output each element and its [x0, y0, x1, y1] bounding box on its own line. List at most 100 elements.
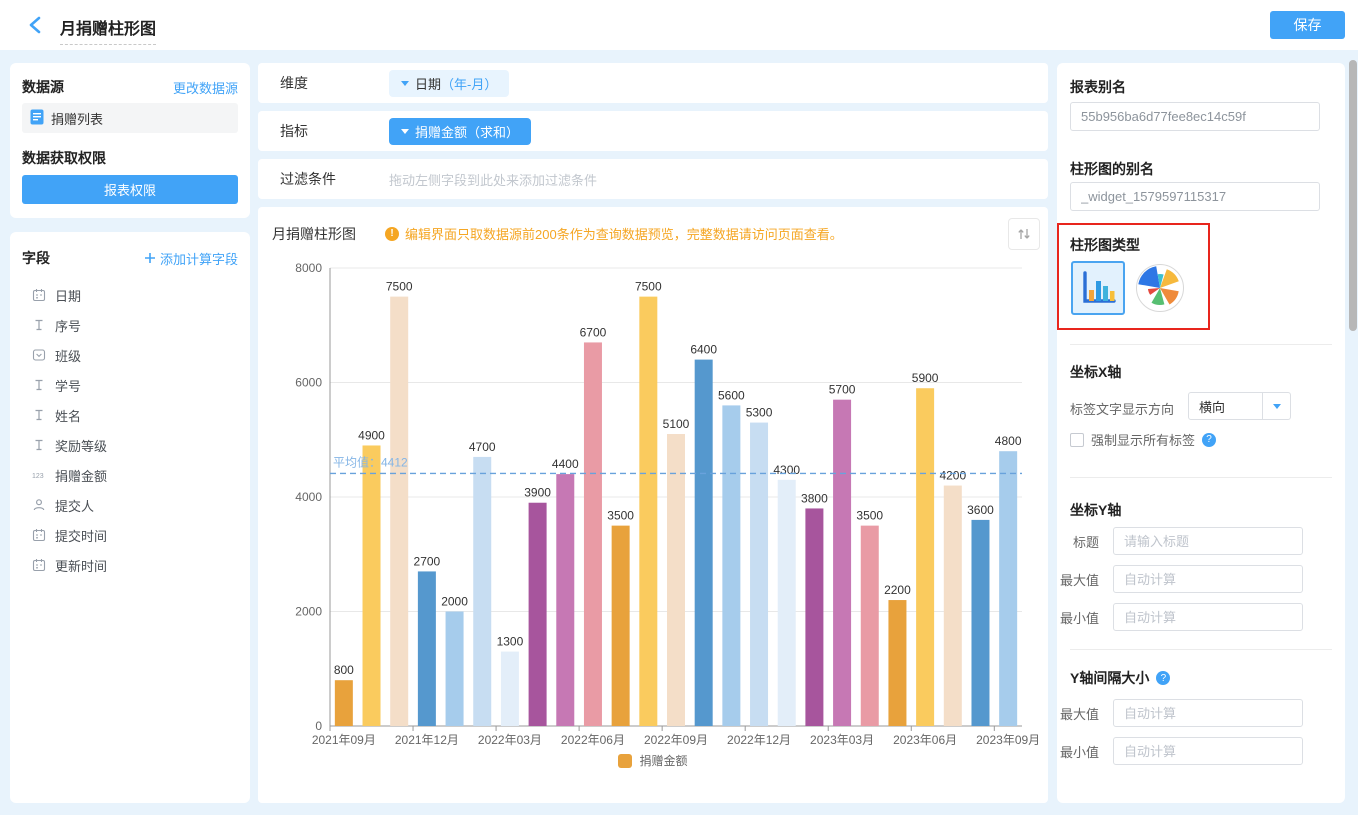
back-button chevron-left-icon[interactable] [25, 14, 47, 36]
field-item[interactable]: 学号 [22, 370, 238, 400]
datasource-title: 数据源 [22, 77, 64, 97]
chart-bar[interactable] [418, 571, 436, 726]
chart-bar[interactable] [446, 612, 464, 727]
y-axis-title-input[interactable] [1113, 527, 1303, 555]
dimension-label: 维度 [258, 73, 389, 93]
bar-value-label: 3500 [856, 509, 883, 523]
scrollbar-thumb[interactable] [1349, 60, 1357, 331]
question-icon[interactable]: ? [1202, 433, 1216, 447]
chevron-down-icon [401, 81, 409, 86]
y-axis-max-input[interactable] [1113, 565, 1303, 593]
field-item[interactable]: 提交人 [22, 490, 238, 520]
widget-alias-input[interactable] [1070, 182, 1320, 211]
field-item[interactable]: 更新时间 [22, 550, 238, 580]
bar-value-label: 5600 [718, 388, 745, 402]
chart-bar[interactable] [722, 405, 740, 726]
chart-bar[interactable] [390, 297, 408, 726]
dimension-row: 维度 日期（年-月） [258, 63, 1048, 103]
chart-legend[interactable]: 捐赠金额 [258, 752, 1048, 769]
chart-bar[interactable] [805, 508, 823, 726]
chart-bar[interactable] [584, 342, 602, 726]
chart-bar[interactable] [888, 600, 906, 726]
chart-bar[interactable] [695, 360, 713, 726]
filter-row[interactable]: 过滤条件 拖动左侧字段到此处来添加过滤条件 [258, 159, 1048, 199]
bar-value-label: 6400 [690, 343, 717, 357]
sort-button sort-arrows-icon[interactable] [1008, 218, 1040, 250]
y-interval-max-input[interactable] [1113, 699, 1303, 727]
chart-bar[interactable] [861, 526, 879, 726]
question-icon[interactable]: ? [1156, 671, 1170, 685]
bar-value-label: 5100 [663, 417, 690, 431]
calendar-icon [32, 528, 46, 542]
field-label: 日期 [55, 286, 81, 305]
fields-panel: 字段 添加计算字段 日期序号班级学号姓名奖励等级123捐赠金额提交人提交时间更新… [10, 232, 250, 803]
field-item[interactable]: 奖励等级 [22, 430, 238, 460]
bar-value-label: 4400 [552, 457, 579, 471]
save-button[interactable]: 保存 [1270, 11, 1345, 39]
chart-bar[interactable] [750, 423, 768, 726]
divider [1070, 649, 1332, 650]
field-item[interactable]: 姓名 [22, 400, 238, 430]
x-tick-label: 2022年09月 [644, 733, 708, 747]
metric-label: 指标 [258, 121, 389, 141]
fields-title: 字段 [22, 248, 50, 268]
chart-bar[interactable] [944, 486, 962, 726]
y-interval-min-input[interactable] [1113, 737, 1303, 765]
x-tick-label: 2023年03月 [810, 733, 874, 747]
report-alias-input[interactable] [1070, 102, 1320, 131]
chart-bar[interactable] [501, 652, 519, 726]
y-axis-min-input[interactable] [1113, 603, 1303, 631]
field-item[interactable]: 班级 [22, 340, 238, 370]
chart-bar[interactable] [833, 400, 851, 726]
field-label: 提交人 [55, 496, 94, 515]
chart-type-option-bar bar-chart-icon[interactable] [1071, 261, 1125, 315]
datasource-panel: 数据源 更改数据源 捐赠列表 数据获取权限 报表权限 [10, 63, 250, 218]
bar-value-label: 2700 [414, 554, 441, 568]
chart-bar[interactable] [612, 526, 630, 726]
chart-bar[interactable] [529, 503, 547, 726]
datasource-name: 捐赠列表 [51, 109, 103, 128]
field-item[interactable]: 日期 [22, 280, 238, 310]
chart-bar[interactable] [473, 457, 491, 726]
chart-bar[interactable] [335, 680, 353, 726]
dimension-tag[interactable]: 日期（年-月） [389, 70, 509, 97]
field-item[interactable]: 123捐赠金额 [22, 460, 238, 490]
chart-bar[interactable] [999, 451, 1017, 726]
page-title: 月捐赠柱形图 [60, 15, 156, 45]
chart-preview-card: 月捐赠柱形图 ! 编辑界面只取数据源前200条作为查询数据预览，完整数据请访问页… [258, 207, 1048, 803]
metric-tag[interactable]: 捐赠金额（求和） [389, 118, 531, 145]
permission-title: 数据获取权限 [22, 148, 106, 168]
force-labels-checkbox[interactable] [1070, 433, 1084, 447]
y-interval-max-label: 最大值 [1057, 704, 1113, 723]
warning-icon: ! [385, 227, 399, 241]
chart-bar[interactable] [639, 297, 657, 726]
chart-type-option-pie pie-chart-icon[interactable] [1135, 263, 1185, 313]
field-label: 提交时间 [55, 526, 107, 545]
chart-bar[interactable] [971, 520, 989, 726]
field-item[interactable]: 序号 [22, 310, 238, 340]
label-direction-select[interactable]: 横向 [1188, 392, 1291, 420]
y-tick-label: 2000 [295, 605, 322, 619]
field-list: 日期序号班级学号姓名奖励等级123捐赠金额提交人提交时间更新时间 [22, 280, 238, 580]
add-calc-field-link[interactable]: 添加计算字段 [144, 249, 238, 268]
datasource-item[interactable]: 捐赠列表 [22, 103, 238, 133]
bar-value-label: 800 [334, 663, 354, 677]
chart-bar[interactable] [556, 474, 574, 726]
change-datasource-link[interactable]: 更改数据源 [173, 78, 238, 97]
number-icon: 123 [32, 468, 46, 482]
chart-bar[interactable] [778, 480, 796, 726]
y-tick-label: 4000 [295, 490, 322, 504]
bar-value-label: 7500 [386, 280, 413, 294]
report-permission-button[interactable]: 报表权限 [22, 175, 238, 204]
text-icon [32, 438, 46, 452]
document-icon [30, 109, 44, 128]
preview-notice: ! 编辑界面只取数据源前200条作为查询数据预览，完整数据请访问页面查看。 [385, 224, 843, 243]
y-axis-min-label: 最小值 [1057, 608, 1113, 627]
bar-value-label: 4200 [939, 469, 966, 483]
chart-bar[interactable] [363, 445, 381, 726]
chart-title: 月捐赠柱形图 [272, 224, 356, 244]
field-item[interactable]: 提交时间 [22, 520, 238, 550]
bar-value-label: 4700 [469, 440, 496, 454]
chart-bar[interactable] [916, 388, 934, 726]
chart-bar[interactable] [667, 434, 685, 726]
